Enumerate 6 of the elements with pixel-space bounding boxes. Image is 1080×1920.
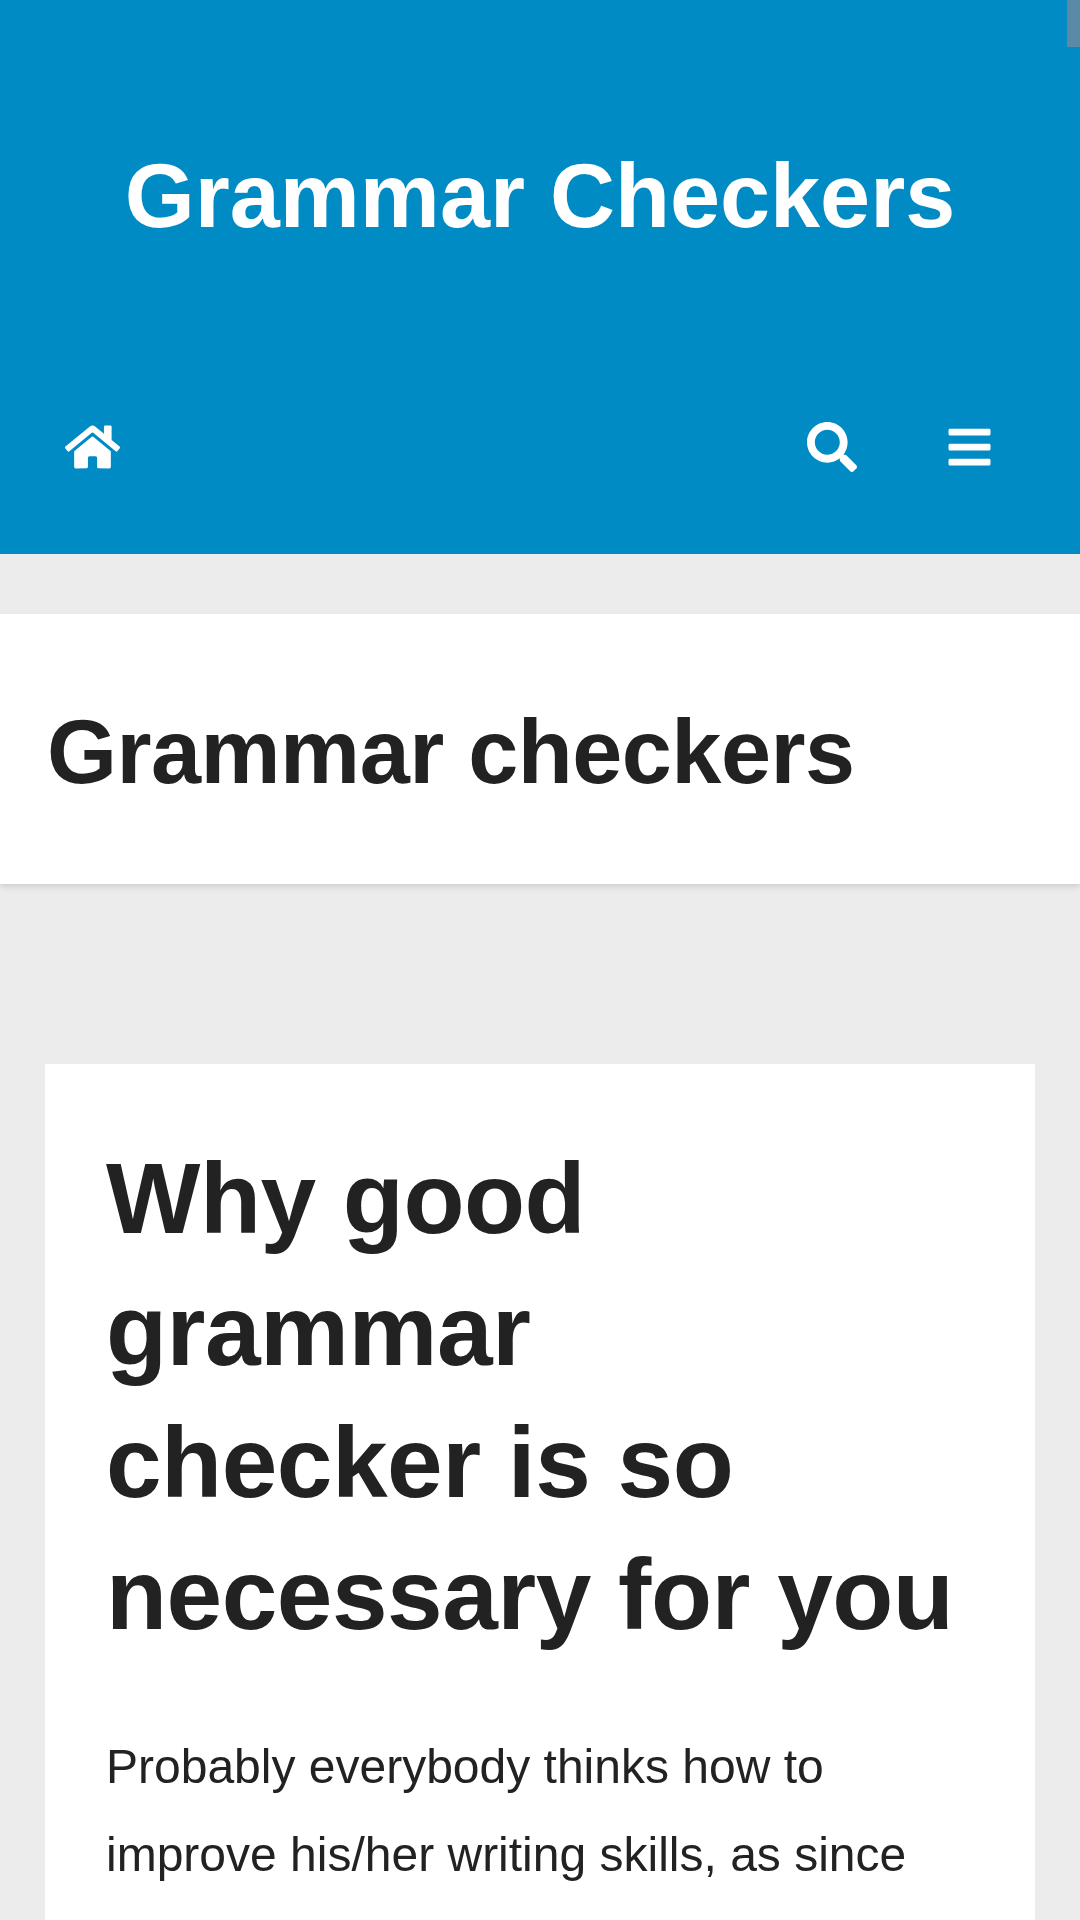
search-icon[interactable]: [807, 422, 857, 472]
post-excerpt: Probably everybody thinks how to improve his/her writing skills, as since: [106, 1739, 908, 1883]
page-title: Grammar checkers: [47, 701, 855, 804]
scrollbar-thumb[interactable]: [1067, 0, 1080, 47]
site-title[interactable]: Grammar Checkers: [124, 142, 956, 250]
post-title[interactable]: Why good grammar checker is so necessary for you: [106, 1132, 954, 1660]
